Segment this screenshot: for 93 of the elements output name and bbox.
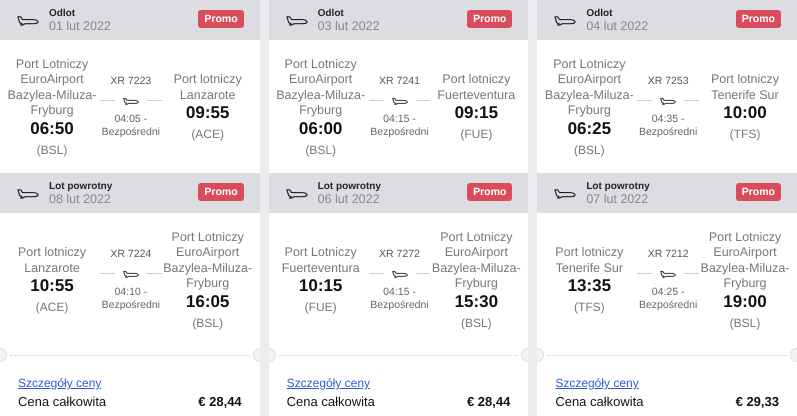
airport-code: (FUE) — [304, 300, 337, 314]
airport-code: (BSL) — [574, 142, 605, 156]
plane-icon — [392, 270, 408, 278]
arrival-time: 10:00 — [723, 103, 767, 123]
plane-icon — [17, 14, 39, 26]
promo-badge: Promo — [736, 183, 781, 201]
plane-icon — [660, 96, 676, 104]
airport-name: Port Lotniczy EuroAirport Bazylea-Miluza-Fryburg — [544, 56, 635, 118]
promo-badge: Promo — [198, 10, 244, 28]
airport-name: Port Lotniczy Fuerteventura — [280, 245, 361, 276]
promo-badge: Promo — [736, 10, 781, 28]
total-label: Cena całkowita — [18, 394, 106, 409]
stops-label: Bezpośredni — [370, 126, 429, 138]
plane-icon — [286, 188, 308, 198]
plane-icon — [122, 96, 139, 104]
total-label: Cena całkowita — [286, 394, 375, 409]
airport-code: (TFS) — [574, 300, 605, 314]
airport-code: (BSL) — [730, 316, 760, 330]
airport-name: Port lotniczy Lanzarote — [16, 245, 88, 276]
flight-number: XR 7253 — [648, 74, 689, 86]
leg-date: 08 lut 2022 — [49, 192, 112, 206]
airport-code: (ACE) — [36, 300, 68, 314]
plane-icon — [392, 96, 408, 104]
arrival-time: 09:15 — [454, 103, 498, 123]
stops-label: Bezpośredni — [638, 126, 698, 138]
airport-name: Port lotniczy Fuerteventura — [436, 72, 516, 103]
flight-duration: 04:10 - — [114, 286, 148, 298]
stops-label: Bezpośredni — [102, 298, 160, 312]
leg-label: Odlot — [586, 8, 614, 18]
arrival-time: 15:30 — [454, 292, 498, 312]
flight-number: XR 7272 — [379, 248, 420, 260]
leg-label: Odlot — [49, 8, 76, 18]
arrival-time: 19:00 — [723, 292, 767, 312]
departure-time: 10:55 — [30, 276, 74, 296]
plane-icon — [286, 14, 308, 26]
leg-date: 03 lut 2022 — [318, 18, 381, 32]
leg-date: 06 lut 2022 — [318, 192, 381, 206]
plane-icon — [554, 188, 576, 198]
arrival-time: 16:05 — [186, 292, 230, 312]
leg-date: 07 lut 2022 — [586, 192, 650, 206]
leg-date: 01 lut 2022 — [49, 18, 112, 32]
promo-badge: Promo — [467, 10, 512, 28]
airport-name: Port lotniczy Tenerife Sur — [710, 72, 780, 103]
airport-code: (TFS) — [730, 127, 760, 141]
total-label: Cena całkowita — [555, 394, 644, 409]
flight-number: XR 7223 — [110, 74, 152, 86]
airport-code: (ACE) — [191, 127, 224, 141]
flight-number: XR 7224 — [110, 248, 152, 260]
airport-code: (FUE) — [460, 127, 492, 141]
departure-time: 06:25 — [568, 118, 612, 138]
plane-icon — [660, 270, 676, 278]
promo-badge: Promo — [467, 183, 512, 201]
leg-label: Lot powrotny — [318, 180, 382, 192]
airport-name: Port Lotniczy EuroAirport Bazylea-Miluza-Fryburg — [6, 56, 98, 118]
total-price: € 28,44 — [198, 394, 242, 409]
plane-icon — [17, 188, 39, 198]
flight-duration: 04:35 - — [652, 112, 684, 126]
price-details-link[interactable]: Szczegóły ceny — [18, 376, 102, 390]
price-details-link[interactable]: Szczegóły ceny — [555, 376, 639, 390]
promo-badge: Promo — [198, 183, 244, 201]
plane-icon — [554, 14, 576, 26]
total-price: € 28,44 — [466, 394, 510, 409]
flight-number: XR 7241 — [379, 74, 420, 86]
airport-name: Port lotniczy Tenerife Sur — [554, 245, 624, 276]
flight-duration: 04:15 - — [383, 286, 416, 298]
stops-label: Bezpośredni — [370, 298, 429, 312]
airport-code: (BSL) — [460, 316, 492, 330]
airport-name: Port lotniczy Lanzarote — [172, 72, 243, 103]
airport-name: Port Lotniczy EuroAirport Bazylea-Miluza-Fryburg — [430, 230, 522, 292]
flight-duration: 04:05 - — [114, 112, 148, 126]
airport-name: Port Lotniczy EuroAirport Bazylea-Miluza-Fryburg — [700, 230, 790, 292]
arrival-time: 09:55 — [186, 103, 230, 123]
airport-code: (BSL) — [192, 316, 223, 330]
airport-code: (BSL) — [305, 142, 336, 156]
departure-time: 06:50 — [30, 118, 74, 138]
price-details-link[interactable]: Szczegóły ceny — [286, 376, 370, 390]
airport-code: (BSL) — [36, 142, 68, 156]
stops-label: Bezpośredni — [102, 126, 160, 138]
total-price: € 29,33 — [736, 394, 779, 409]
departure-time: 13:35 — [568, 276, 612, 296]
departure-time: 06:00 — [298, 118, 342, 138]
leg-label: Odlot — [318, 8, 345, 18]
leg-date: 04 lut 2022 — [586, 18, 650, 32]
airport-name: Port Lotniczy EuroAirport Bazylea-Miluza-Fryburg — [162, 230, 254, 292]
airport-name: Port Lotniczy EuroAirport Bazylea-Miluza-Fryburg — [275, 56, 366, 118]
plane-icon — [122, 270, 139, 278]
departure-time: 10:15 — [298, 276, 342, 296]
stops-label: Bezpośredni — [638, 298, 698, 312]
flight-duration: 04:25 - — [652, 286, 684, 298]
leg-label: Lot powrotny — [49, 180, 114, 192]
flight-duration: 04:15 - — [383, 112, 416, 126]
leg-label: Lot powrotny — [586, 180, 651, 192]
flight-number: XR 7212 — [648, 248, 689, 260]
